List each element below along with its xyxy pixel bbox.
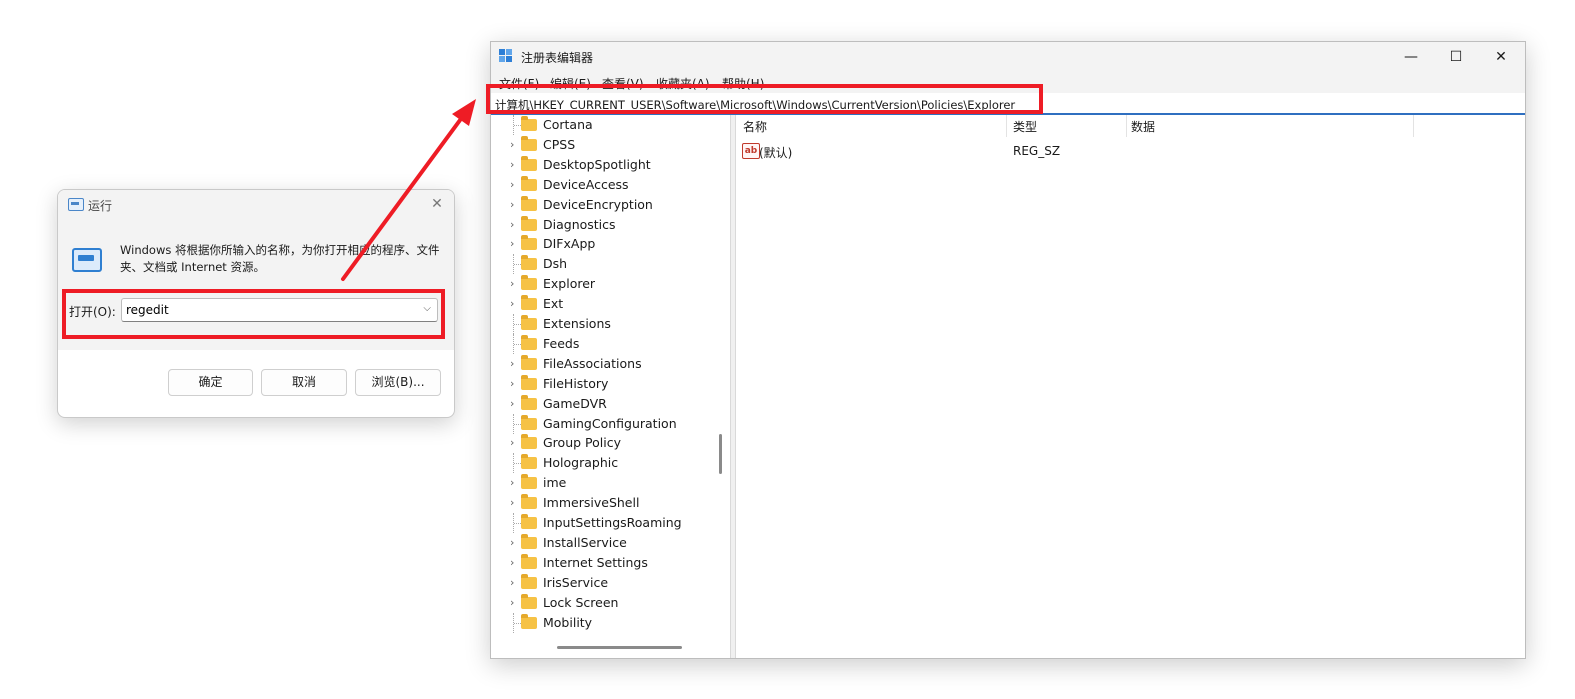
red-arrow-icon (341, 99, 476, 281)
